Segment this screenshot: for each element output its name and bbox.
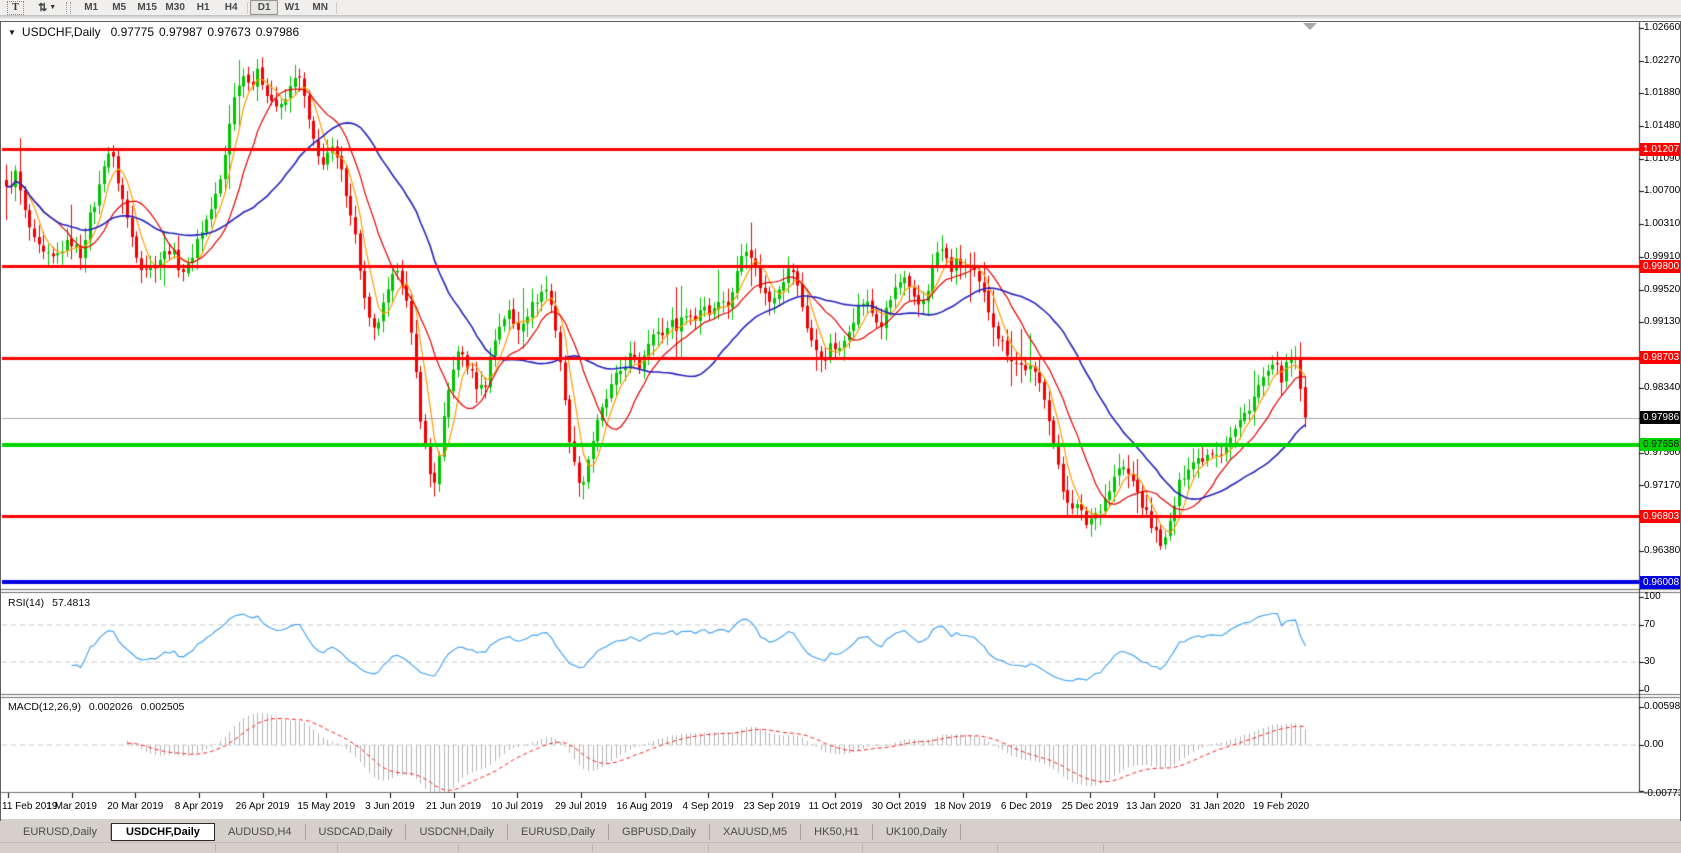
price-tag: 0.97986 [1640, 411, 1681, 424]
chart-dropdown-icon[interactable]: ▼ [8, 28, 16, 37]
date-axis-label: 18 Nov 2019 [934, 801, 992, 812]
price-tag: 0.97658 [1640, 438, 1681, 452]
date-axis-label: 13 Jan 2020 [1126, 801, 1182, 812]
status-bar [0, 842, 1681, 853]
price-tag: 0.96803 [1640, 509, 1681, 523]
rsi-current-value: 57.4813 [52, 597, 91, 609]
date-axis-label: 4 Sep 2019 [682, 801, 734, 812]
rsi-indicator-label: RSI(14) 57.4813 [8, 597, 90, 609]
chart-tab-usdcad[interactable]: USDCAD,Daily [306, 823, 407, 840]
date-axis-label: 16 Aug 2019 [616, 801, 673, 812]
price-tag: 0.99800 [1640, 259, 1681, 273]
chevron-down-icon[interactable]: ▼ [49, 1, 56, 14]
price-tag: 0.98703 [1640, 351, 1681, 365]
chart-tabs-bar: EURUSD,Daily USDCHF,Daily AUDUSD,H4 USDCAD,… [0, 821, 1681, 842]
rsi-axis-label: 30 [1644, 656, 1656, 668]
timeframe-button-m1[interactable]: M1 [77, 0, 105, 15]
rsi-axis-label: 70 [1644, 618, 1656, 630]
date-axis-label: 3 Jun 2019 [365, 801, 415, 812]
price-tick-label: 1.00310 [1644, 217, 1681, 229]
date-axis-label: 26 Apr 2019 [235, 801, 290, 812]
chart-title: ▼ USDCHF,Daily 0.97775 0.97987 0.97673 0… [8, 25, 304, 39]
status-divider [592, 844, 593, 852]
price-tick-label: 0.97170 [1644, 479, 1681, 491]
macd-indicator-label: MACD(12,26,9) 0.002026 0.002505 [8, 701, 184, 713]
chart-horizontal-scrollbar[interactable] [0, 15, 1681, 21]
timeframe-button-m15[interactable]: M15 [133, 0, 161, 15]
toolbar-separator [336, 1, 338, 14]
date-axis-label: 31 Jan 2020 [1189, 801, 1245, 812]
status-divider [1103, 844, 1104, 852]
price-tick-label: 1.00700 [1644, 185, 1681, 197]
date-axis-label: 29 Jul 2019 [554, 801, 607, 812]
date-axis-label: 20 Mar 2019 [107, 801, 164, 812]
timeframe-button-d1[interactable]: D1 [250, 0, 279, 15]
top-toolbar: T ⇅ ▼ M1 M5 M15 M30 H1 H4 D1 W1 MN [0, 0, 1681, 15]
date-axis-label: 23 Sep 2019 [743, 801, 801, 812]
chart-tab-gbpusd[interactable]: GBPUSD,Daily [609, 823, 710, 840]
chart-symbol-label: USDCHF,Daily [21, 25, 101, 39]
status-divider [215, 844, 216, 852]
price-tick-label: 0.96380 [1644, 545, 1681, 557]
macd-axis-label: 0.00 [1644, 739, 1664, 750]
chart-tab-usdcnh[interactable]: USDCNH,Daily [406, 823, 509, 840]
price-tag: 1.01207 [1640, 142, 1681, 156]
status-divider [337, 844, 338, 852]
date-axis-label: 21 Jun 2019 [426, 801, 482, 812]
price-tick-label: 1.01880 [1644, 87, 1681, 98]
text-label-tool-icon[interactable]: T [7, 0, 24, 15]
chart-tab-usdchf[interactable]: USDCHF,Daily [110, 822, 215, 841]
price-tick-label: 1.02270 [1644, 54, 1681, 66]
ohlc-high: 0.97987 [159, 25, 203, 39]
status-divider [708, 844, 709, 852]
status-divider [997, 844, 998, 852]
date-axis-label: 25 Dec 2019 [1061, 801, 1119, 812]
date-axis-label: 19 Feb 2020 [1252, 801, 1310, 812]
rsi-name: RSI(14) [8, 597, 45, 609]
timeframe-button-m30[interactable]: M30 [161, 0, 189, 15]
chart-canvas[interactable] [0, 0, 1681, 852]
status-divider [862, 844, 863, 852]
macd-axis-label: -0.007733 [1644, 787, 1681, 799]
ohlc-open: 0.97775 [110, 25, 154, 39]
toolbar-separator [247, 1, 249, 14]
chart-tab-audusd[interactable]: AUDUSD,H4 [215, 823, 306, 840]
timeframe-button-mn[interactable]: MN [306, 0, 334, 15]
timeframe-button-group: M1 M5 M15 M30 H1 H4 D1 W1 MN [77, 0, 339, 15]
date-axis-label: 11 Oct 2019 [808, 801, 863, 812]
price-tick-label: 0.99520 [1644, 283, 1681, 295]
price-tag: 0.96008 [1640, 575, 1681, 589]
price-tick-label: 1.02660 [1644, 22, 1681, 33]
rsi-axis-label: 100 [1644, 591, 1661, 602]
date-axis-label: 10 Jul 2019 [491, 801, 544, 812]
ohlc-close: 0.97986 [255, 25, 300, 39]
macd-name: MACD(12,26,9) [8, 701, 81, 713]
price-tick-label: 0.98340 [1644, 382, 1681, 393]
date-axis-label: 30 Oct 2019 [871, 801, 927, 812]
price-tick-label: 0.99130 [1644, 316, 1681, 328]
chart-tab-hk50[interactable]: HK50,H1 [801, 823, 873, 840]
macd-axis-label: 0.005986 [1644, 701, 1681, 713]
chart-tab-xauusd[interactable]: XAUUSD,M5 [710, 823, 802, 840]
macd-value-2: 0.002505 [140, 701, 185, 713]
macd-value-1: 0.002026 [88, 701, 133, 713]
status-divider [458, 844, 459, 852]
chart-tab-eurusd[interactable]: EURUSD,Daily [508, 823, 610, 840]
date-axis-label: 6 Dec 2019 [1000, 801, 1052, 812]
chart-tab-uk100[interactable]: UK100,Daily [873, 823, 961, 840]
arrange-arrows-icon[interactable]: ⇅ [38, 1, 47, 14]
chart-tab-eurusd[interactable]: EURUSD,Daily [10, 823, 111, 840]
timeframe-button-h1[interactable]: H1 [189, 0, 217, 15]
timeframe-button-m5[interactable]: M5 [105, 0, 133, 15]
timeframe-button-h4[interactable]: H4 [217, 0, 245, 15]
chart-shift-marker [1303, 23, 1317, 30]
date-axis-label: 8 Apr 2019 [174, 801, 224, 812]
date-axis-label: 1 Mar 2019 [46, 801, 97, 812]
timeframe-button-w1[interactable]: W1 [278, 0, 306, 15]
toolbar-grip [66, 1, 72, 14]
rsi-axis-label: 0 [1644, 684, 1650, 695]
ohlc-low: 0.97673 [207, 25, 251, 39]
date-axis-label: 15 May 2019 [297, 801, 356, 812]
price-tick-label: 1.01480 [1644, 120, 1681, 132]
